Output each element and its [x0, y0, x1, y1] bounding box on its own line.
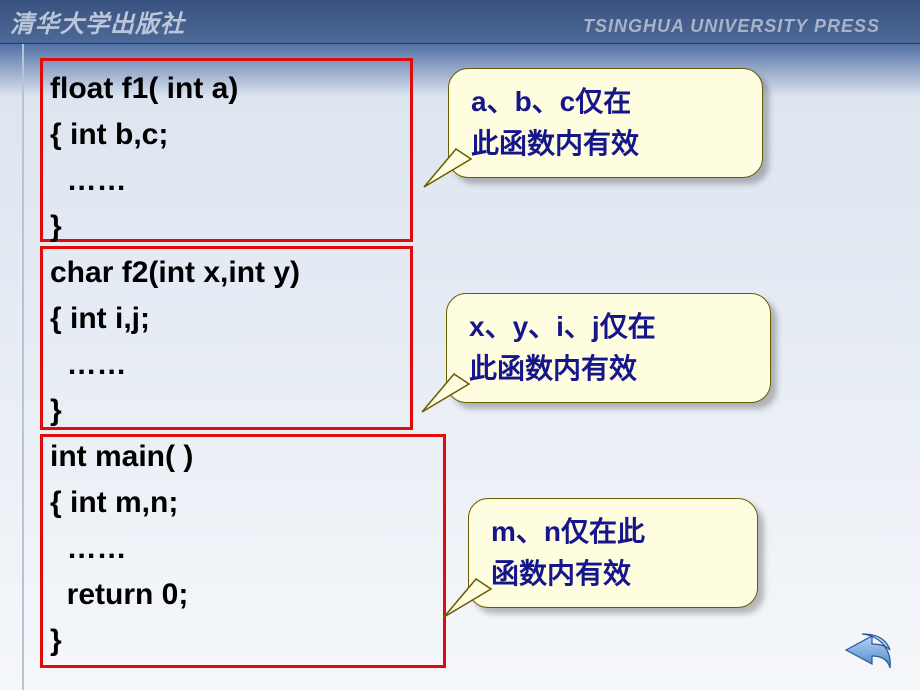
- publisher-cn: 清华大学出版社: [10, 4, 185, 39]
- code-line: { int b,c;: [50, 118, 168, 151]
- callout-line: 此函数内有效: [469, 348, 748, 390]
- callout-f1: a、b、c仅在 此函数内有效: [448, 68, 763, 178]
- callout-f2: x、y、i、j仅在 此函数内有效: [446, 293, 771, 403]
- callout-main: m、n仅在此 函数内有效: [468, 498, 758, 608]
- side-divider: [22, 44, 24, 690]
- callout-line: x、y、i、j仅在: [469, 306, 748, 348]
- code-line: }: [50, 624, 62, 657]
- code-line: return 0;: [50, 578, 188, 611]
- back-arrow-icon[interactable]: [842, 628, 896, 672]
- callout-line: 函数内有效: [491, 553, 735, 595]
- callout-tail-icon: [416, 139, 476, 189]
- title-bar: 清华大学出版社 TSINGHUA UNIVERSITY PRESS: [0, 0, 920, 44]
- callout-line: m、n仅在此: [491, 511, 735, 553]
- code-line: char f2(int x,int y): [50, 256, 300, 289]
- code-block: float f1( int a) { int b,c; …… } char f2…: [50, 66, 300, 664]
- callout-line: a、b、c仅在: [471, 81, 740, 123]
- slide-content: float f1( int a) { int b,c; …… } char f2…: [38, 58, 898, 678]
- code-line: }: [50, 210, 62, 243]
- callout-tail-icon: [436, 569, 496, 619]
- callout-tail-icon: [414, 364, 474, 414]
- code-line: }: [50, 394, 62, 427]
- code-line: float f1( int a): [50, 72, 238, 105]
- code-line: { int m,n;: [50, 486, 178, 519]
- code-line: int main( ): [50, 440, 193, 473]
- code-line: ……: [50, 164, 127, 197]
- code-line: ……: [50, 348, 127, 381]
- code-line: ……: [50, 532, 127, 565]
- code-line: { int i,j;: [50, 302, 150, 335]
- publisher-en: TSINGHUA UNIVERSITY PRESS: [583, 16, 880, 37]
- callout-line: 此函数内有效: [471, 123, 740, 165]
